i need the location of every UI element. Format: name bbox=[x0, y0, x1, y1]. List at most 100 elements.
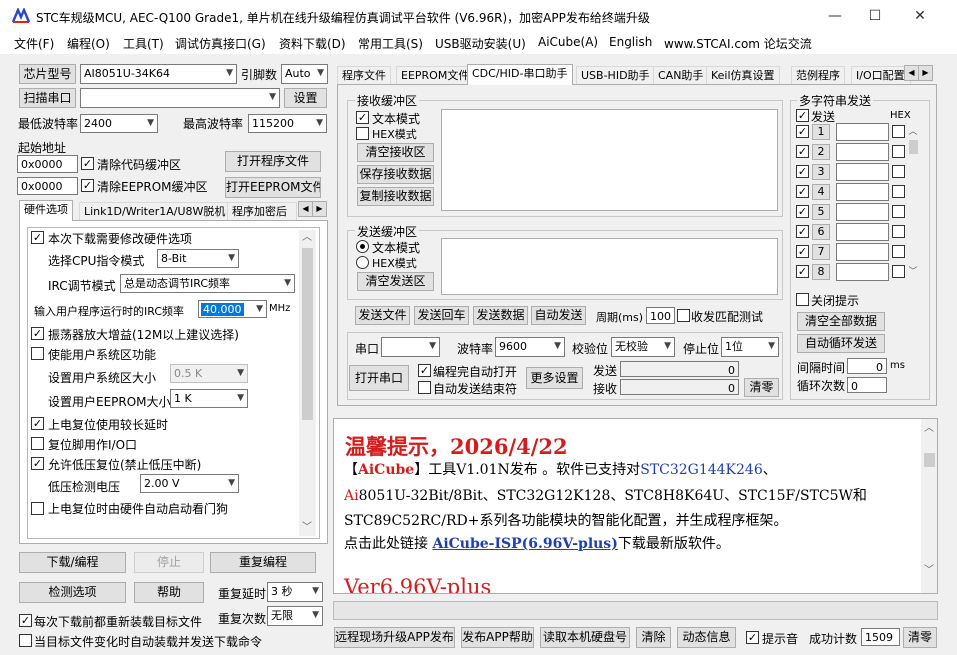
reload-target-checkbox[interactable]: ✓ bbox=[19, 614, 32, 627]
read-disk-id-button[interactable]: 读取本机硬盘号 bbox=[540, 627, 630, 648]
serial-port-select[interactable]: ▼ bbox=[381, 337, 440, 357]
auto-end-checkbox[interactable] bbox=[418, 381, 431, 394]
tab-scroll-left-icon[interactable]: ◀ bbox=[298, 201, 313, 217]
notice-download-link[interactable]: AiCube-ISP(6.96V-plus) bbox=[432, 536, 617, 552]
clear-send-button[interactable]: 清空发送区 bbox=[357, 272, 434, 291]
auto-open-checkbox[interactable]: ✓ bbox=[418, 364, 431, 377]
send-data-button[interactable]: 发送数据 bbox=[473, 306, 528, 325]
remote-upgrade-button[interactable]: 远程现场升级APP发布 bbox=[334, 627, 455, 648]
multi-row-send-button[interactable]: 6 bbox=[812, 224, 830, 240]
tab-hardware-options[interactable]: 硬件选项 bbox=[19, 200, 73, 221]
open-eeprom-file-button[interactable]: 打开EEPROM文件 bbox=[225, 177, 321, 198]
multi-send-all-checkbox[interactable]: ✓ bbox=[796, 109, 809, 122]
sys-area-size-select[interactable]: 0.5 K ▼ bbox=[170, 364, 248, 383]
stop-button[interactable]: 停止 bbox=[134, 552, 204, 573]
match-test-checkbox[interactable] bbox=[677, 309, 690, 322]
tab-examples[interactable]: 范例程序 bbox=[791, 66, 845, 84]
send-file-button[interactable]: 发送文件 bbox=[355, 306, 410, 325]
max-baud-select[interactable]: 115200 ▼ bbox=[248, 114, 327, 133]
menu-aicube[interactable]: AiCube(A) bbox=[538, 35, 598, 49]
save-receive-button[interactable]: 保存接收数据 bbox=[357, 165, 434, 184]
multi-row-text-input[interactable] bbox=[836, 263, 889, 281]
auto-reload-checkbox[interactable] bbox=[19, 634, 32, 647]
menu-website[interactable]: www.STCAI.com 论坛交流 bbox=[664, 35, 812, 52]
multi-row-checkbox[interactable]: ✓ bbox=[796, 205, 809, 218]
tab-usb-hid[interactable]: USB-HID助手 bbox=[576, 66, 655, 84]
multi-row-send-button[interactable]: 4 bbox=[812, 184, 830, 200]
long-reset-checkbox[interactable]: ✓ bbox=[31, 417, 44, 430]
scroll-up-icon[interactable]: ︿ bbox=[921, 421, 937, 437]
lvr-checkbox[interactable]: ✓ bbox=[31, 457, 44, 470]
multi-row-checkbox[interactable]: ✓ bbox=[796, 145, 809, 158]
chip-model-select[interactable]: AI8051U-34K64 ▼ bbox=[80, 64, 237, 84]
scroll-thumb[interactable] bbox=[924, 453, 935, 467]
check-options-button[interactable]: 检测选项 bbox=[19, 582, 126, 603]
multi-row-text-input[interactable] bbox=[836, 163, 889, 181]
dynamic-info-button[interactable]: 动态信息 bbox=[677, 627, 736, 648]
multi-row-send-button[interactable]: 8 bbox=[812, 264, 830, 280]
multi-row-hex-checkbox[interactable] bbox=[892, 225, 905, 238]
multi-row-text-input[interactable] bbox=[836, 183, 889, 201]
tab-scroll-right-icon[interactable]: ▶ bbox=[312, 201, 327, 217]
multi-row-send-button[interactable]: 2 bbox=[812, 144, 830, 160]
multi-scrollbar[interactable]: ︿ ﹀ bbox=[907, 124, 920, 280]
clear-eeprom-checkbox[interactable]: ✓ bbox=[81, 179, 94, 192]
scroll-down-icon[interactable]: ﹀ bbox=[905, 264, 921, 280]
menu-tools[interactable]: 工具(T) bbox=[123, 35, 164, 52]
multi-row-text-input[interactable] bbox=[836, 243, 889, 261]
cpu-mode-select[interactable]: 8-Bit ▼ bbox=[157, 249, 239, 268]
multi-row-hex-checkbox[interactable] bbox=[892, 185, 905, 198]
tab-encrypt[interactable]: 程序加密后 bbox=[227, 202, 297, 220]
multi-row-checkbox[interactable]: ✓ bbox=[796, 225, 809, 238]
code-address-input[interactable]: 0x0000 bbox=[17, 155, 78, 173]
reset-io-checkbox[interactable] bbox=[31, 437, 44, 450]
scroll-thumb[interactable] bbox=[302, 248, 313, 420]
download-program-button[interactable]: 下载/编程 bbox=[19, 552, 126, 573]
scroll-up-icon[interactable]: ︿ bbox=[905, 124, 921, 140]
tab-program-file[interactable]: 程序文件 bbox=[337, 66, 391, 84]
tab-eeprom-file[interactable]: EEPROM文件 bbox=[396, 66, 475, 84]
clear-button[interactable]: 清除 bbox=[636, 627, 671, 648]
modify-hw-checkbox[interactable]: ✓ bbox=[31, 231, 44, 244]
menu-debug[interactable]: 调试仿真接口(G) bbox=[175, 35, 266, 52]
publish-app-help-button[interactable]: 发布APP帮助 bbox=[461, 627, 534, 648]
scroll-down-icon[interactable]: ﹀ bbox=[921, 563, 937, 579]
multi-row-send-button[interactable]: 5 bbox=[812, 204, 830, 220]
irc-mode-select[interactable]: 总是动态调节IRC频率 ▼ bbox=[120, 274, 295, 293]
multi-row-send-button[interactable]: 7 bbox=[812, 244, 830, 260]
hw-options-scrollbar[interactable]: ︿ ﹀ bbox=[299, 230, 316, 536]
auto-loop-send-button[interactable]: 自动循环发送 bbox=[797, 334, 885, 353]
notice-scrollbar[interactable]: ︿ ﹀ bbox=[921, 419, 937, 593]
multi-row-hex-checkbox[interactable] bbox=[892, 165, 905, 178]
wdt-checkbox[interactable] bbox=[31, 502, 44, 515]
eeprom-size-select[interactable]: 1 K ▼ bbox=[170, 389, 248, 408]
clear-receive-button[interactable]: 清空接收区 bbox=[357, 143, 434, 162]
multi-row-text-input[interactable] bbox=[836, 123, 889, 141]
settings-button[interactable]: 设置 bbox=[284, 88, 327, 108]
clear-all-data-button[interactable]: 清空全部数据 bbox=[797, 312, 885, 331]
period-input[interactable]: 100 bbox=[646, 307, 675, 324]
tab-serial-assistant[interactable]: CDC/HID-串口助手 bbox=[467, 64, 573, 85]
menu-downloads[interactable]: 资料下载(D) bbox=[279, 35, 346, 52]
clear-code-checkbox[interactable]: ✓ bbox=[81, 157, 94, 170]
chip-model-button[interactable]: 芯片型号 bbox=[19, 64, 76, 84]
close-button[interactable]: ✕ bbox=[897, 0, 943, 32]
multi-row-checkbox[interactable]: ✓ bbox=[796, 125, 809, 138]
stop-bits-select[interactable]: 1位 ▼ bbox=[721, 337, 779, 357]
multi-row-text-input[interactable] bbox=[836, 203, 889, 221]
multi-row-send-button[interactable]: 3 bbox=[812, 164, 830, 180]
help-button[interactable]: 帮助 bbox=[134, 582, 204, 603]
scroll-thumb[interactable] bbox=[909, 140, 918, 154]
multi-row-text-input[interactable] bbox=[836, 223, 889, 241]
send-textarea[interactable] bbox=[441, 238, 778, 295]
tab-scroll-left-icon[interactable]: ◀ bbox=[904, 65, 919, 81]
repeat-delay-select[interactable]: 3 秒 ▼ bbox=[267, 582, 323, 602]
pin-count-select[interactable]: Auto ▼ bbox=[281, 64, 328, 84]
lvd-select[interactable]: 2.00 V ▼ bbox=[140, 474, 239, 493]
beep-checkbox[interactable]: ✓ bbox=[746, 631, 759, 644]
parity-select[interactable]: 无校验 ▼ bbox=[611, 337, 675, 357]
multi-row-checkbox[interactable]: ✓ bbox=[796, 265, 809, 278]
send-return-button[interactable]: 发送回车 bbox=[414, 306, 469, 325]
scroll-up-icon[interactable]: ︿ bbox=[299, 230, 315, 246]
close-tip-checkbox[interactable] bbox=[796, 293, 809, 306]
